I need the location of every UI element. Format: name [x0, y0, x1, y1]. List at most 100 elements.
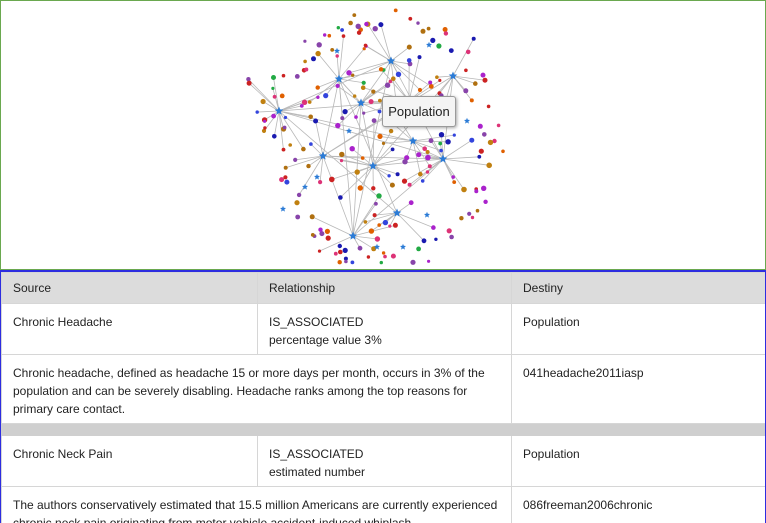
leaf-node [342, 34, 346, 38]
reference-cell: 086freeman2006chronic [512, 487, 766, 523]
leaf-node [317, 42, 322, 47]
graph-edge [257, 111, 279, 112]
graph-nodes [246, 9, 505, 265]
leaf-node [367, 255, 370, 258]
leaf-node [295, 215, 300, 220]
leaf-node [451, 175, 455, 179]
graph-edge [318, 54, 339, 79]
leaf-node [422, 146, 427, 151]
leaf-node [476, 209, 480, 213]
leaf-node [303, 60, 307, 64]
graph-panel[interactable]: Population [0, 0, 766, 270]
relationship-type: IS_ASSOCIATED [269, 447, 363, 461]
leaf-node [374, 202, 378, 206]
leaf-node [379, 67, 383, 71]
leaf-node [372, 118, 377, 123]
hub-node [346, 128, 352, 134]
leaf-node [247, 81, 252, 86]
leaf-node [338, 195, 343, 200]
hub-node [349, 232, 358, 240]
table-row: Chronic Headache IS_ASSOCIATED percentag… [2, 304, 766, 355]
leaf-node [402, 159, 407, 164]
table-row: Chronic Neck Pain IS_ASSOCIATED estimate… [2, 436, 766, 487]
leaf-node [340, 28, 344, 32]
hub-node [334, 48, 340, 54]
destiny-cell: Population [512, 304, 766, 355]
leaf-node [355, 169, 360, 174]
leaf-node [464, 69, 468, 73]
leaf-node [391, 76, 396, 81]
leaf-node [383, 220, 388, 225]
evidence-text: Chronic headache, defined as headache 15… [2, 355, 512, 424]
leaf-node [338, 244, 342, 248]
hub-node [426, 42, 432, 48]
leaf-node [472, 37, 476, 41]
leaf-node [376, 193, 381, 198]
leaf-node [330, 48, 334, 52]
leaf-node [351, 261, 355, 265]
leaf-node [346, 70, 351, 75]
leaf-node [436, 43, 441, 48]
leaf-node [340, 116, 344, 120]
evidence-row: Chronic headache, defined as headache 15… [2, 355, 766, 424]
leaf-node [309, 142, 313, 146]
leaf-node [369, 228, 374, 233]
graph-edge [319, 236, 353, 251]
column-header-source: Source [2, 273, 258, 304]
leaf-node [429, 138, 434, 143]
leaf-node [426, 170, 429, 173]
relationship-type: IS_ASSOCIATED [269, 315, 363, 329]
hub-node [314, 174, 320, 180]
leaf-node [273, 95, 277, 99]
column-header-relationship: Relationship [258, 273, 512, 304]
leaf-node [478, 124, 483, 129]
hub-node [424, 212, 430, 218]
leaf-node [394, 9, 398, 13]
leaf-node [474, 189, 478, 193]
leaf-node [356, 24, 361, 29]
leaf-node [393, 223, 398, 228]
hub-node [280, 206, 286, 212]
relationship-cell: IS_ASSOCIATED percentage value 3% [258, 304, 512, 355]
leaf-node [471, 216, 474, 219]
leaf-node [449, 235, 454, 240]
leaf-node [316, 96, 319, 99]
leaf-node [407, 45, 412, 50]
leaf-node [351, 74, 354, 77]
leaf-node [334, 252, 338, 256]
graph-edge [279, 97, 318, 111]
leaf-node [459, 216, 463, 220]
leaf-node [364, 22, 368, 26]
leaf-node [377, 134, 382, 139]
leaf-node [308, 100, 312, 104]
leaf-node [284, 116, 287, 119]
leaf-node [373, 213, 377, 217]
leaf-node [407, 58, 412, 63]
destiny-cell: Population [512, 436, 766, 487]
leaf-node [501, 150, 505, 154]
leaf-node [301, 147, 306, 152]
leaf-node [396, 172, 400, 176]
leaf-node [382, 251, 385, 254]
leaf-node [461, 187, 467, 193]
leaf-node [311, 233, 315, 237]
graph-edge [453, 76, 485, 80]
leaf-node [279, 177, 284, 182]
leaf-node [336, 84, 340, 88]
network-graph[interactable] [1, 1, 765, 269]
relationship-table-panel: Source Relationship Destiny Chronic Head… [0, 270, 766, 523]
graph-edge [368, 24, 391, 61]
graph-edge [443, 157, 479, 159]
leaf-node [293, 158, 297, 162]
leaf-node [418, 88, 422, 92]
leaf-node [429, 84, 434, 89]
leaf-node [318, 250, 321, 253]
leaf-node [313, 119, 318, 124]
leaf-node [364, 220, 368, 224]
leaf-node [416, 152, 421, 157]
leaf-node [282, 148, 286, 152]
leaf-node [463, 88, 468, 93]
leaf-node [389, 129, 393, 133]
leaf-node [483, 78, 488, 83]
leaf-node [421, 179, 425, 183]
